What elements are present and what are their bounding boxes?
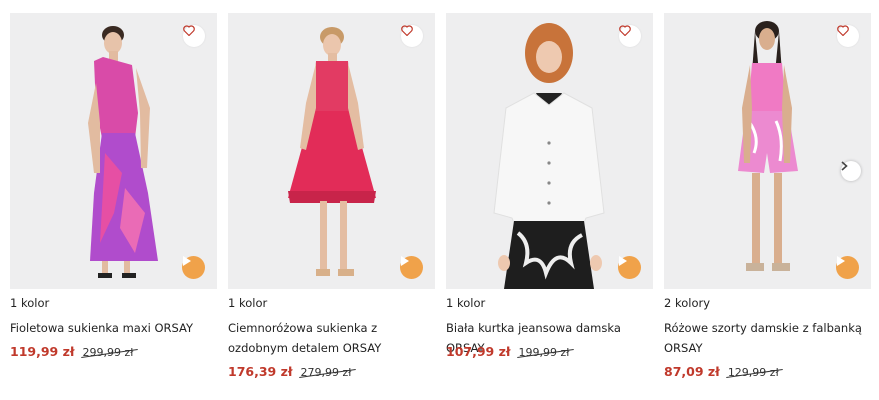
price-row: 119,99 zł 299,99 zł <box>10 344 133 359</box>
old-price: 279,99 zł <box>300 366 352 379</box>
product-image[interactable] <box>446 13 653 289</box>
current-price: 87,09 zł <box>664 364 720 379</box>
play-icon[interactable] <box>400 256 423 279</box>
play-icon[interactable] <box>182 256 205 279</box>
color-count: 2 kolory <box>664 296 711 310</box>
product-card[interactable]: 1 kolor Biała kurtka jeansowa damska ORS… <box>446 13 653 393</box>
current-price: 176,39 zł <box>228 364 293 379</box>
chevron-right-icon[interactable] <box>841 161 861 181</box>
product-name[interactable]: Ciemnoróżowa sukienka z ozdobnym detalem… <box>228 318 433 358</box>
model-photo-pink-dress <box>288 27 376 276</box>
old-price: 199,99 zł <box>518 346 570 359</box>
product-name[interactable]: Fioletowa sukienka maxi ORSAY <box>10 318 215 338</box>
model-photo-pink-shorts <box>738 21 798 271</box>
heart-outline-icon[interactable] <box>837 25 859 47</box>
product-card[interactable]: 1 kolor Fioletowa sukienka maxi ORSAY 11… <box>10 13 217 393</box>
heart-outline-icon[interactable] <box>619 25 641 47</box>
play-icon[interactable] <box>618 256 641 279</box>
play-icon[interactable] <box>836 256 859 279</box>
price-row: 107,99 zł 199,99 zł <box>446 344 569 359</box>
product-grid: 1 kolor Fioletowa sukienka maxi ORSAY 11… <box>10 13 872 393</box>
heart-outline-icon[interactable] <box>401 25 423 47</box>
old-price: 129,99 zł <box>727 366 779 379</box>
product-image[interactable] <box>10 13 217 289</box>
product-image[interactable] <box>228 13 435 289</box>
product-card[interactable]: 1 kolor Ciemnoróżowa sukienka z ozdobnym… <box>228 13 435 393</box>
current-price: 119,99 zł <box>10 344 75 359</box>
color-count: 1 kolor <box>446 296 486 310</box>
price-row: 176,39 zł 279,99 zł <box>228 364 351 379</box>
product-card[interactable]: 2 kolory Różowe szorty damskie z falbank… <box>664 13 871 393</box>
model-photo-white-jacket <box>493 23 605 289</box>
color-count: 1 kolor <box>10 296 50 310</box>
current-price: 107,99 zł <box>446 344 511 359</box>
price-row: 87,09 zł 129,99 zł <box>664 364 779 379</box>
product-image[interactable] <box>664 13 871 289</box>
product-name[interactable]: Różowe szorty damskie z falbanką ORSAY <box>664 318 869 358</box>
heart-outline-icon[interactable] <box>183 25 205 47</box>
color-count: 1 kolor <box>228 296 268 310</box>
old-price: 299,99 zł <box>82 346 134 359</box>
model-photo-purple-dress <box>88 26 158 278</box>
